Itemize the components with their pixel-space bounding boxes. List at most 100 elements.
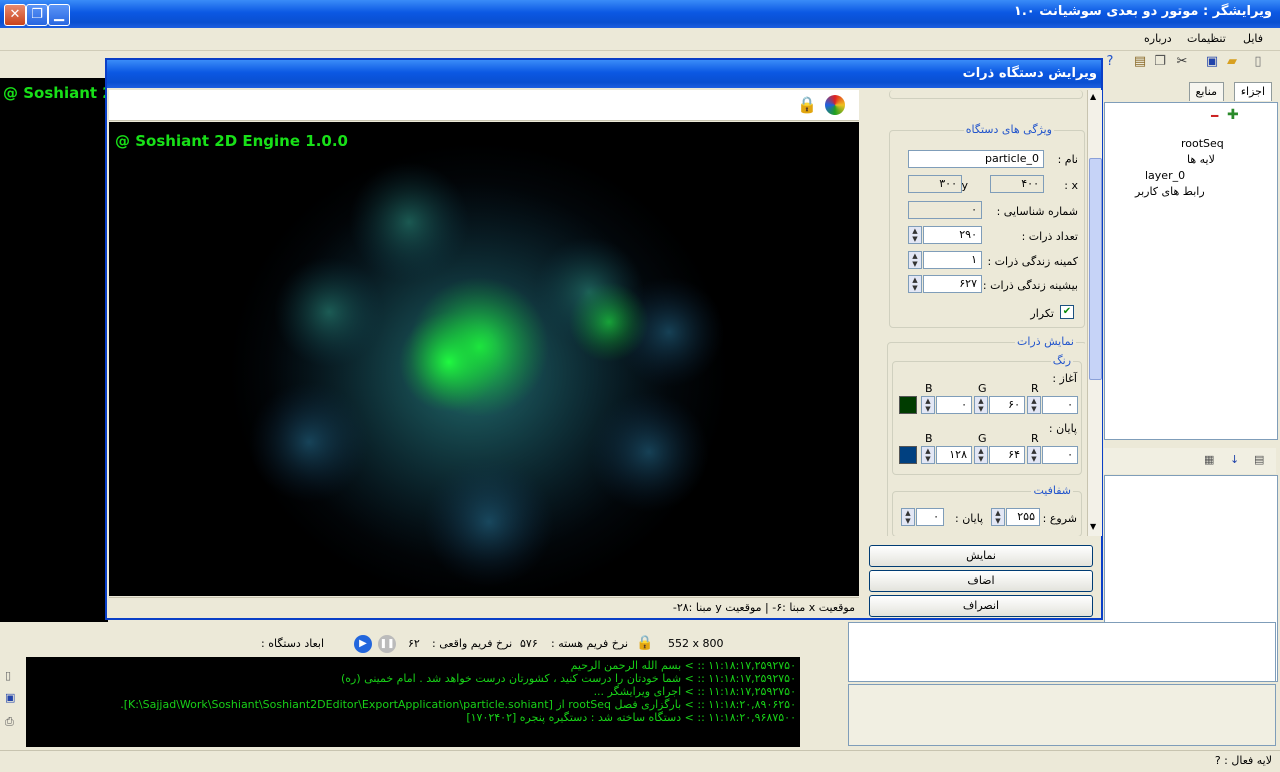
- lock-icon[interactable]: 🔒: [636, 635, 653, 651]
- minimize-window-button[interactable]: ▁: [48, 4, 70, 26]
- categorized-icon[interactable]: ▦: [1204, 453, 1214, 466]
- sort-az-icon[interactable]: ↓: [1230, 453, 1239, 466]
- y-field[interactable]: ۳۰۰: [908, 175, 962, 193]
- tab-parts[interactable]: اجزاء: [1233, 82, 1272, 101]
- property-toolbar: ▦ ↓ ▤: [1104, 448, 1276, 474]
- engine-watermark: @ Soshiant 2D Engine 1.0.0: [115, 132, 348, 150]
- menu-about[interactable]: درباره: [1144, 32, 1172, 45]
- particle-count-field[interactable]: ۲۹۰: [923, 226, 982, 244]
- save-log-icon[interactable]: ▣: [5, 691, 15, 704]
- tree-node-layers[interactable]: لایه ها: [1187, 153, 1215, 166]
- lock-icon[interactable]: 🔒: [797, 95, 817, 114]
- max-life-label: بیشینه زندگی ذرات :: [982, 279, 1078, 292]
- open-folder-icon[interactable]: ▰: [1224, 54, 1240, 70]
- close-window-button[interactable]: ✕: [4, 4, 26, 26]
- main-viewport[interactable]: @ Soshiant 2D: [0, 78, 108, 622]
- device-dims-value: 552 x 800: [668, 637, 724, 650]
- core-fps-value: ۵۷۶: [520, 637, 538, 650]
- max-life-field[interactable]: ۶۲۷: [923, 275, 982, 293]
- particle-count-label: تعداد ذرات :: [1021, 230, 1078, 243]
- x-field[interactable]: ۴۰۰: [990, 175, 1044, 193]
- new-log-icon[interactable]: ▯: [5, 669, 11, 682]
- b-header: B: [925, 382, 933, 395]
- start-g-field[interactable]: ۶۰: [989, 396, 1025, 414]
- help-icon[interactable]: ?: [1102, 54, 1118, 70]
- scroll-thumb[interactable]: [1089, 158, 1102, 380]
- property-pages-icon[interactable]: ▤: [1254, 453, 1264, 466]
- log-line: ۱۱:۱۸:۱۷,۲۵۹۲۷۵۰ :: > اجرای ویرایشگر ...: [593, 685, 796, 698]
- end-g-spinner[interactable]: ▲ ▼: [974, 446, 988, 464]
- main-title-bar[interactable]: ✕ ❐ ▁ ویرایشگر : موتور دو بعدی سوشیانت ۱…: [0, 0, 1280, 28]
- properties-scrollbar[interactable]: ▲ ▼: [1087, 90, 1102, 536]
- tree-node-root[interactable]: rootSeq: [1181, 137, 1224, 150]
- start-r-field[interactable]: ۰: [1042, 396, 1078, 414]
- menu-settings[interactable]: تنظیمات: [1187, 32, 1226, 45]
- start-r-spinner[interactable]: ▲ ▼: [1027, 396, 1041, 414]
- remove-icon[interactable]: ━: [1211, 109, 1218, 123]
- scroll-up-icon[interactable]: ▲: [1090, 92, 1096, 101]
- core-fps-label: نرخ فریم هسته :: [551, 637, 628, 650]
- cut-icon[interactable]: ✂: [1174, 54, 1190, 70]
- color-picker-icon[interactable]: [825, 95, 845, 115]
- alpha-end-spinner[interactable]: ▲ ▼: [901, 508, 915, 526]
- menu-file[interactable]: فایل: [1243, 32, 1263, 45]
- device-dims-label: ابعاد دستگاه :: [261, 637, 324, 650]
- add-button[interactable]: اضاف: [869, 570, 1093, 592]
- end-color-label: پایان :: [1048, 422, 1077, 435]
- menu-bar: فایل تنظیمات درباره: [0, 28, 1280, 51]
- paste-icon[interactable]: ▤: [1132, 54, 1148, 70]
- min-life-field[interactable]: ۱: [923, 251, 982, 269]
- particle-count-spinner[interactable]: ▲ ▼: [908, 226, 922, 244]
- particle-properties: ویژگی های دستگاه نام : particle_0 x : ۴۰…: [865, 90, 1085, 536]
- tree-node-layer[interactable]: layer_0: [1145, 169, 1185, 182]
- dialog-title-bar[interactable]: ویرایش دستگاه ذرات: [107, 60, 1101, 88]
- tab-resources[interactable]: منابع: [1188, 82, 1224, 101]
- tree-node-ui[interactable]: رابط های کاربر: [1135, 185, 1205, 198]
- scroll-down-icon[interactable]: ▼: [1090, 522, 1096, 531]
- repeat-label: تکرار: [1030, 307, 1054, 320]
- log-line: ۱۱:۱۸:۱۷,۲۵۹۲۷۵۰ :: > بسم الله الرحمن ال…: [570, 659, 796, 672]
- min-life-spinner[interactable]: ▲ ▼: [908, 251, 922, 269]
- end-r-spinner[interactable]: ▲ ▼: [1027, 446, 1041, 464]
- show-button[interactable]: نمایش: [869, 545, 1093, 567]
- end-b-field[interactable]: ۱۲۸: [936, 446, 972, 464]
- end-b-spinner[interactable]: ▲ ▼: [921, 446, 935, 464]
- start-b-field[interactable]: ۰: [936, 396, 972, 414]
- id-field[interactable]: ۰: [908, 201, 982, 219]
- alpha-start-field[interactable]: ۲۵۵: [1006, 508, 1040, 526]
- real-fps-value: ۶۲: [408, 637, 420, 650]
- alpha-end-label: پایان :: [955, 512, 984, 525]
- alpha-start-spinner[interactable]: ▲ ▼: [991, 508, 1005, 526]
- pause-button[interactable]: ❚❚: [378, 635, 396, 653]
- property-help-area: [848, 684, 1276, 746]
- repeat-checkbox[interactable]: ✔: [1060, 305, 1074, 319]
- copy-icon[interactable]: ❐: [1152, 54, 1168, 70]
- start-color-swatch[interactable]: [899, 396, 917, 414]
- cancel-button[interactable]: انصراف: [869, 595, 1093, 617]
- start-g-spinner[interactable]: ▲ ▼: [974, 396, 988, 414]
- log-line: ۱۱:۱۸:۲۰,۹۶۸۷۵۰۰ :: > دستگاه ساخته شد : …: [466, 711, 796, 724]
- b-header: B: [925, 432, 933, 445]
- start-b-spinner[interactable]: ▲ ▼: [921, 396, 935, 414]
- log-console[interactable]: ۱۱:۱۸:۱۷,۲۵۹۲۷۵۰ :: > بسم الله الرحمن ال…: [26, 657, 800, 747]
- color-group-label: رنگ: [1050, 354, 1073, 367]
- new-file-icon[interactable]: ▯: [1250, 54, 1266, 70]
- end-g-field[interactable]: ۶۴: [989, 446, 1025, 464]
- display-group: نمایش ذرات رنگ آغاز : B G R ▲ ▼ ۰ ▲ ▼ ۶۰ ▲…: [887, 335, 1085, 536]
- name-label: نام :: [1057, 153, 1078, 166]
- particle-preview[interactable]: @ Soshiant 2D Engine 1.0.0: [109, 122, 859, 596]
- name-field[interactable]: particle_0: [908, 150, 1044, 168]
- active-layer-status: لایه فعال : ?: [1214, 754, 1272, 767]
- alpha-end-field[interactable]: ۰: [916, 508, 944, 526]
- save-icon[interactable]: ▣: [1204, 54, 1220, 70]
- coordinate-readout: موقعیت x مبنا :۶- | موقعیت y مبنا :۲۸-: [672, 601, 855, 614]
- coordinate-bar: موقعیت x مبنا :۶- | موقعیت y مبنا :۲۸-: [109, 597, 859, 618]
- end-color-swatch[interactable]: [899, 446, 917, 464]
- restore-window-button[interactable]: ❐: [26, 4, 48, 26]
- end-r-field[interactable]: ۰: [1042, 446, 1078, 464]
- print-icon[interactable]: ⎙: [5, 715, 14, 729]
- max-life-spinner[interactable]: ▲ ▼: [908, 275, 922, 293]
- g-header: G: [978, 432, 987, 445]
- play-button[interactable]: ▶: [354, 635, 372, 653]
- add-icon[interactable]: ✚: [1227, 107, 1239, 123]
